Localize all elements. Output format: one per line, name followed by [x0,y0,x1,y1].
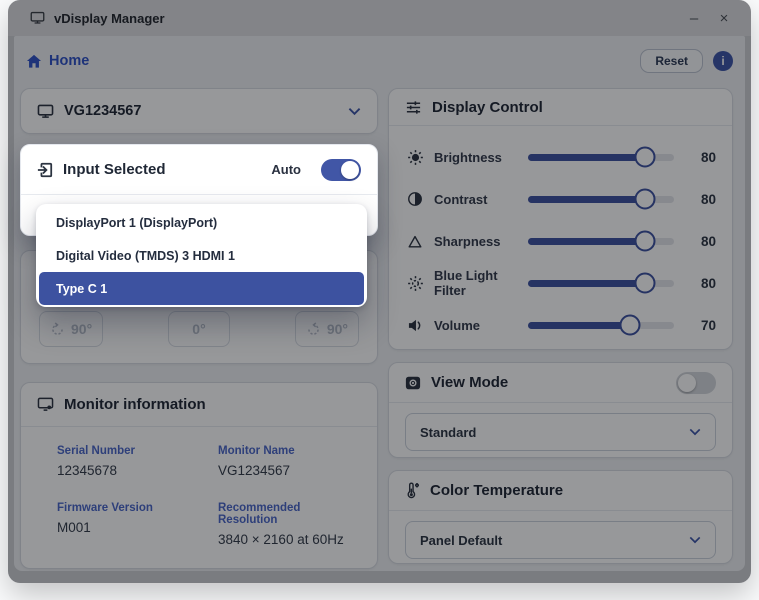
auto-label: Auto [271,162,301,177]
input-source-dropdown: DisplayPort 1 (DisplayPort) Digital Vide… [36,204,367,307]
input-option-displayport[interactable]: DisplayPort 1 (DisplayPort) [39,206,364,239]
input-option-typec[interactable]: Type C 1 [39,272,364,305]
app-window: vDisplay Manager – × Home Reset i [8,0,751,583]
input-icon [37,162,53,178]
input-selected-title: Input Selected [63,161,166,178]
input-selected-header: Input Selected Auto [21,145,377,195]
auto-toggle-knob [341,161,359,179]
input-option-hdmi[interactable]: Digital Video (TMDS) 3 HDMI 1 [39,239,364,272]
auto-toggle[interactable] [321,159,361,181]
